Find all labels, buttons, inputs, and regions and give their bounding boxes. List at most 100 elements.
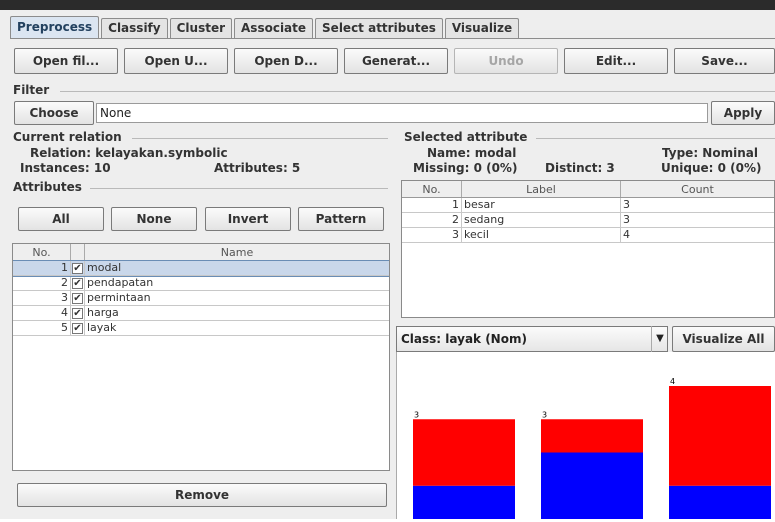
undo-button[interactable]: Undo [454, 48, 558, 74]
class-distribution-chart: 3 3 4 [396, 352, 775, 519]
apply-filter-button[interactable]: Apply [711, 101, 775, 125]
label-no: 3 [402, 228, 462, 242]
attribute-unique: Unique: 0 (0%) [661, 161, 762, 175]
bar-segment-besar-1 [413, 419, 515, 486]
table-row[interactable]: 5 ✔ layak [13, 321, 389, 336]
label-count: 3 [623, 213, 630, 226]
visualize-all-button[interactable]: Visualize All [672, 326, 775, 352]
attributes-rows: 1 ✔ modal 2 ✔ pendapatan 3 ✔ permintaan 4 ✔ harga 5 ✔… [13, 260, 389, 336]
checkbox-icon[interactable]: ✔ [72, 278, 83, 289]
attributes-title: Attributes [13, 180, 82, 194]
attribute-name: modal [87, 261, 122, 274]
attribute-no: 2 [13, 276, 71, 290]
col-label-header[interactable]: Label [462, 181, 621, 197]
current-relation-group-line [132, 138, 388, 139]
attribute-name: permintaan [87, 291, 151, 304]
attributes-table-header: No. Name [13, 244, 389, 261]
tab-divider [10, 38, 775, 39]
table-row[interactable]: 2 ✔ pendapatan [13, 276, 389, 291]
bar-segment-sedang-1 [541, 419, 643, 453]
attribute-checkbox-cell: ✔ [71, 291, 85, 305]
generate-button[interactable]: Generat... [344, 48, 448, 74]
select-none-button[interactable]: None [111, 207, 197, 231]
save-button[interactable]: Save... [674, 48, 775, 74]
attribute-name: pendapatan [87, 276, 154, 289]
attribute-name: layak [87, 321, 117, 334]
attribute-type: Type: Nominal [662, 146, 758, 160]
choose-filter-button[interactable]: Choose [14, 101, 94, 125]
bar-segment-kecil-1 [669, 386, 771, 486]
label-count: 3 [623, 198, 630, 211]
attribute-checkbox-cell: ✔ [71, 321, 85, 335]
tab-visualize[interactable]: Visualize [444, 18, 520, 38]
label-count: 4 [623, 228, 630, 241]
label-value: kecil [462, 228, 621, 242]
select-all-button[interactable]: All [18, 207, 104, 231]
attribute-no: 3 [13, 291, 71, 305]
class-attribute-select[interactable]: Class: layak (Nom) [396, 326, 668, 352]
selected-attribute-title: Selected attribute [404, 130, 528, 144]
checkbox-icon[interactable]: ✔ [72, 263, 83, 274]
bar-value-label: 3 [542, 410, 547, 419]
col-name-header[interactable]: Name [85, 244, 389, 260]
open-db-button[interactable]: Open D... [234, 48, 338, 74]
table-row[interactable]: 4 ✔ harga [13, 306, 389, 321]
attribute-no: 5 [13, 321, 71, 335]
chevron-down-icon[interactable]: ▼ [651, 326, 668, 352]
bar-segment-kecil-0 [669, 485, 771, 519]
attributes-table[interactable]: No. Name 1 ✔ modal 2 ✔ pendapatan 3 ✔ permintaan… [12, 243, 390, 471]
labels-table[interactable]: No. Label Count 1 besar 3 2 sedang 3 3 kecil 4 [401, 180, 775, 318]
label-value: sedang [462, 213, 621, 227]
attribute-checkbox-cell: ✔ [71, 261, 85, 275]
attributes-group-line [90, 188, 388, 189]
checkbox-icon[interactable]: ✔ [72, 293, 83, 304]
edit-button[interactable]: Edit... [564, 48, 668, 74]
checkbox-icon[interactable]: ✔ [72, 323, 83, 334]
col-no-header[interactable]: No. [13, 244, 71, 260]
tab-cluster[interactable]: Cluster [169, 18, 233, 38]
remove-button[interactable]: Remove [17, 483, 387, 507]
tab-select-attributes[interactable]: Select attributes [315, 18, 443, 38]
table-row[interactable]: 1 ✔ modal [13, 260, 389, 277]
col-label-no-header[interactable]: No. [402, 181, 462, 197]
filter-group-line [60, 91, 775, 92]
current-relation-title: Current relation [13, 130, 122, 144]
attributes-count: Attributes: 5 [214, 161, 301, 175]
bar-segment-sedang-0 [541, 452, 643, 519]
attribute-name: harga [87, 306, 119, 319]
labels-table-header: No. Label Count [402, 181, 774, 198]
class-distribution-svg: 3 3 4 [413, 377, 771, 519]
label-value: besar [462, 198, 621, 212]
invert-selection-button[interactable]: Invert [205, 207, 291, 231]
instances-count: Instances: 10 [20, 161, 111, 175]
col-check-header [71, 244, 85, 260]
bar-value-label: 3 [414, 410, 419, 419]
window-top-bar [0, 0, 775, 10]
tab-preprocess[interactable]: Preprocess [10, 16, 100, 38]
attribute-no: 4 [13, 306, 71, 320]
tab-classify[interactable]: Classify [101, 18, 168, 38]
label-no: 1 [402, 198, 462, 212]
attribute-distinct: Distinct: 3 [545, 161, 615, 175]
checkbox-icon[interactable]: ✔ [72, 308, 83, 319]
filter-title: Filter [13, 83, 50, 97]
tab-bar: Preprocess Classify Cluster Associate Se… [10, 16, 521, 38]
col-count-header[interactable]: Count [621, 181, 774, 197]
table-row[interactable]: 2 sedang 3 [402, 213, 774, 228]
attribute-missing: Missing: 0 (0%) [413, 161, 518, 175]
table-row[interactable]: 3 ✔ permintaan [13, 291, 389, 306]
tab-associate[interactable]: Associate [234, 18, 314, 38]
attribute-name: Name: modal [427, 146, 517, 160]
relation-name: Relation: kelayakan.symbolic [30, 146, 228, 160]
label-no: 2 [402, 213, 462, 227]
pattern-button[interactable]: Pattern [298, 207, 384, 231]
attribute-checkbox-cell: ✔ [71, 306, 85, 320]
table-row[interactable]: 3 kecil 4 [402, 228, 774, 243]
attribute-no: 1 [13, 261, 71, 275]
table-row[interactable]: 1 besar 3 [402, 198, 774, 213]
selected-attribute-group-line [536, 138, 775, 139]
attribute-checkbox-cell: ✔ [71, 276, 85, 290]
filter-field[interactable]: None [96, 103, 708, 123]
open-file-button[interactable]: Open fil... [14, 48, 118, 74]
open-url-button[interactable]: Open U... [124, 48, 228, 74]
